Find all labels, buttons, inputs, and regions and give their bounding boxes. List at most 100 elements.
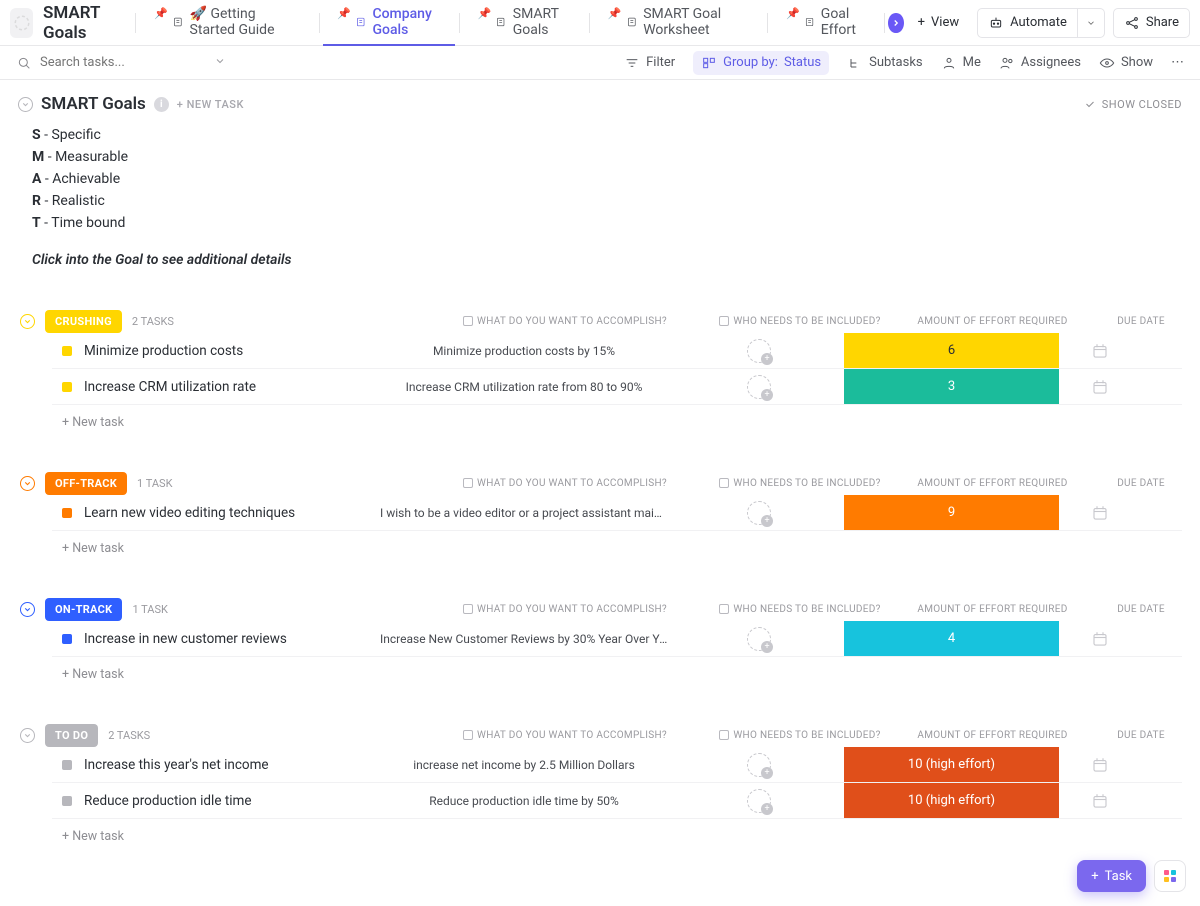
- tab-goal-effort[interactable]: 📌Goal Effort: [772, 0, 880, 46]
- subtasks-label: Subtasks: [869, 55, 923, 70]
- collapse-all-icon[interactable]: [18, 97, 33, 112]
- task-row[interactable]: Learn new video editing techniquesI wish…: [52, 495, 1182, 531]
- task-due[interactable]: [1059, 756, 1141, 774]
- status-pill[interactable]: OFF-TRACK: [45, 472, 127, 495]
- task-assignee[interactable]: [674, 375, 844, 399]
- more-tabs-button[interactable]: [888, 13, 903, 33]
- task-accomplish: Increase New Customer Reviews by 30% Yea…: [374, 632, 674, 646]
- tab-label: Company Goals: [372, 6, 442, 38]
- filter-icon: [624, 55, 640, 71]
- col-headers: WHAT DO YOU WANT TO ACCOMPLISH?WHO NEEDS…: [415, 604, 1182, 615]
- status-square[interactable]: [62, 796, 72, 806]
- col-due: DUE DATE: [1100, 478, 1182, 489]
- me-button[interactable]: Me: [941, 55, 981, 71]
- status-square[interactable]: [62, 508, 72, 518]
- robot-icon: [988, 15, 1004, 31]
- search-expand[interactable]: [214, 55, 226, 71]
- status-square[interactable]: [62, 760, 72, 770]
- info-icon[interactable]: i: [154, 97, 169, 112]
- task-assignee[interactable]: [674, 339, 844, 363]
- task-title: Increase this year's net income: [84, 757, 374, 773]
- new-task-top[interactable]: + NEW TASK: [177, 98, 244, 111]
- task-due[interactable]: [1059, 378, 1141, 396]
- task-assignee[interactable]: [674, 501, 844, 525]
- task-effort[interactable]: 4: [844, 621, 1059, 656]
- col-effort: AMOUNT OF EFFORT REQUIRED: [885, 478, 1100, 489]
- automate-button[interactable]: Automate: [977, 8, 1078, 38]
- task-assignee[interactable]: [674, 753, 844, 777]
- check-icon: [1084, 98, 1096, 110]
- task-row[interactable]: Increase CRM utilization rateIncrease CR…: [52, 369, 1182, 405]
- task-effort[interactable]: 9: [844, 495, 1059, 530]
- group-collapse[interactable]: [20, 728, 35, 743]
- automate-dropdown[interactable]: [1078, 8, 1105, 38]
- add-assignee-icon: [747, 753, 771, 777]
- assignees-button[interactable]: Assignees: [999, 55, 1081, 71]
- show-button[interactable]: Show: [1099, 55, 1153, 71]
- tab-smart-goal-worksheet[interactable]: 📌SMART Goal Worksheet: [594, 0, 763, 46]
- smart-row: M - Measurable: [32, 146, 1182, 168]
- group-collapse[interactable]: [20, 314, 35, 329]
- divider: [589, 13, 590, 33]
- group-collapse[interactable]: [20, 602, 35, 617]
- task-accomplish: Reduce production idle time by 50%: [374, 794, 674, 808]
- status-square[interactable]: [62, 346, 72, 356]
- tab--getting-started-guide[interactable]: 📌 🚀 Getting Started Guide: [140, 0, 314, 46]
- task-effort[interactable]: 3: [844, 369, 1059, 404]
- add-assignee-icon: [747, 789, 771, 813]
- automate-label: Automate: [1010, 15, 1067, 30]
- apps-fab[interactable]: [1154, 860, 1186, 892]
- group-icon: [701, 55, 717, 71]
- pin-icon: 📌: [154, 7, 168, 20]
- assignees-label: Assignees: [1021, 55, 1081, 70]
- show-label: Show: [1121, 55, 1153, 70]
- task-due[interactable]: [1059, 792, 1141, 810]
- group-collapse[interactable]: [20, 476, 35, 491]
- tab-label: 🚀 Getting Started Guide: [190, 6, 303, 38]
- add-view-button[interactable]: + View: [908, 8, 970, 38]
- task-row[interactable]: Reduce production idle timeReduce produc…: [52, 783, 1182, 819]
- status-pill[interactable]: CRUSHING: [45, 310, 122, 333]
- status-square[interactable]: [62, 634, 72, 644]
- task-due[interactable]: [1059, 504, 1141, 522]
- tab-label: Goal Effort: [821, 6, 868, 38]
- tab-company-goals[interactable]: 📌Company Goals: [323, 0, 455, 46]
- smart-definition: S - SpecificM - MeasurableA - Achievable…: [32, 124, 1182, 234]
- task-row[interactable]: Minimize production costsMinimize produc…: [52, 333, 1182, 369]
- show-closed-button[interactable]: SHOW CLOSED: [1084, 98, 1182, 111]
- add-view-label: View: [931, 15, 959, 30]
- filter-button[interactable]: Filter: [624, 55, 675, 71]
- search-input[interactable]: [40, 55, 180, 70]
- new-task-fab[interactable]: + Task: [1077, 860, 1146, 892]
- new-task-row[interactable]: + New task: [62, 657, 1182, 682]
- task-effort[interactable]: 10 (high effort): [844, 747, 1059, 782]
- doc-icon: [626, 14, 638, 30]
- col-who: WHO NEEDS TO BE INCLUDED?: [715, 730, 885, 741]
- filter-label: Filter: [646, 55, 675, 70]
- share-button[interactable]: Share: [1113, 8, 1190, 38]
- task-row[interactable]: Increase this year's net incomeincrease …: [52, 747, 1182, 783]
- new-task-row[interactable]: + New task: [62, 405, 1182, 430]
- status-pill[interactable]: ON-TRACK: [45, 598, 122, 621]
- new-task-row[interactable]: + New task: [62, 819, 1182, 844]
- more-options[interactable]: ⋯: [1171, 55, 1184, 70]
- task-row[interactable]: Increase in new customer reviewsIncrease…: [52, 621, 1182, 657]
- task-due[interactable]: [1059, 630, 1141, 648]
- task-title: Increase in new customer reviews: [84, 631, 374, 647]
- status-pill[interactable]: TO DO: [45, 724, 98, 747]
- task-assignee[interactable]: [674, 627, 844, 651]
- board-icon: [804, 14, 815, 30]
- task-accomplish: I wish to be a video editor or a project…: [374, 506, 674, 520]
- task-effort[interactable]: 10 (high effort): [844, 783, 1059, 818]
- group-label: Group by:: [723, 55, 778, 70]
- task-due[interactable]: [1059, 342, 1141, 360]
- group-by-button[interactable]: Group by: Status: [693, 51, 829, 75]
- new-task-row[interactable]: + New task: [62, 531, 1182, 556]
- task-count: 2 TASKS: [132, 315, 174, 328]
- status-square[interactable]: [62, 382, 72, 392]
- tab-smart-goals[interactable]: 📌SMART Goals: [464, 0, 585, 46]
- task-assignee[interactable]: [674, 789, 844, 813]
- task-effort[interactable]: 6: [844, 333, 1059, 368]
- person-icon: [941, 55, 957, 71]
- subtasks-button[interactable]: Subtasks: [847, 55, 923, 71]
